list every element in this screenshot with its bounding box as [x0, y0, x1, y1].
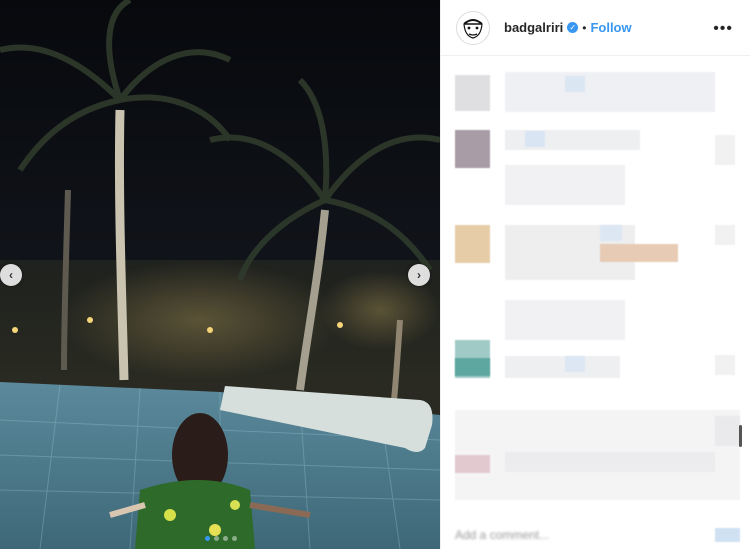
redacted-comment — [505, 72, 715, 112]
redacted-comment — [455, 358, 490, 376]
add-comment-input[interactable]: Add a comment... — [455, 528, 715, 546]
carousel-indicator — [205, 536, 237, 541]
redacted-comment — [600, 225, 622, 241]
redacted-comment — [505, 356, 620, 378]
carousel-dot — [223, 536, 228, 541]
face-sketch-icon — [463, 18, 483, 39]
redacted-comment — [455, 130, 490, 168]
post-header: badgalriri ✓ • Follow ••• — [441, 0, 750, 56]
redacted-comment — [505, 165, 625, 205]
carousel-dot — [214, 536, 219, 541]
redacted-comment — [565, 76, 585, 92]
chevron-right-icon: › — [417, 268, 421, 282]
avatar[interactable] — [456, 10, 490, 45]
post-button[interactable] — [715, 528, 740, 542]
night-pool-photo — [0, 0, 440, 549]
redacted-comment — [715, 416, 740, 446]
username-link[interactable]: badgalriri — [504, 20, 563, 35]
redacted-comment — [715, 225, 735, 245]
redacted-comment — [600, 244, 678, 262]
redacted-comment — [455, 225, 490, 263]
redacted-comment — [505, 452, 715, 472]
redacted-comment — [715, 355, 735, 375]
redacted-comment — [565, 356, 585, 372]
redacted-comment — [455, 75, 490, 111]
redacted-comment — [455, 455, 490, 473]
previous-photo-button[interactable]: ‹ — [0, 264, 22, 286]
carousel-dot — [232, 536, 237, 541]
dot-separator: • — [582, 20, 587, 35]
verified-badge-icon: ✓ — [567, 22, 579, 33]
follow-button[interactable]: Follow — [590, 20, 631, 35]
post-photo[interactable]: ‹ › — [0, 0, 440, 549]
chevron-left-icon: ‹ — [9, 268, 13, 282]
next-photo-button[interactable]: › — [408, 264, 430, 286]
more-options-icon[interactable]: ••• — [713, 20, 733, 38]
redacted-comment — [715, 135, 735, 165]
carousel-dot — [205, 536, 210, 541]
redacted-comment — [525, 131, 545, 147]
redacted-comment — [505, 300, 625, 340]
comments-scrollbar[interactable] — [739, 425, 742, 447]
